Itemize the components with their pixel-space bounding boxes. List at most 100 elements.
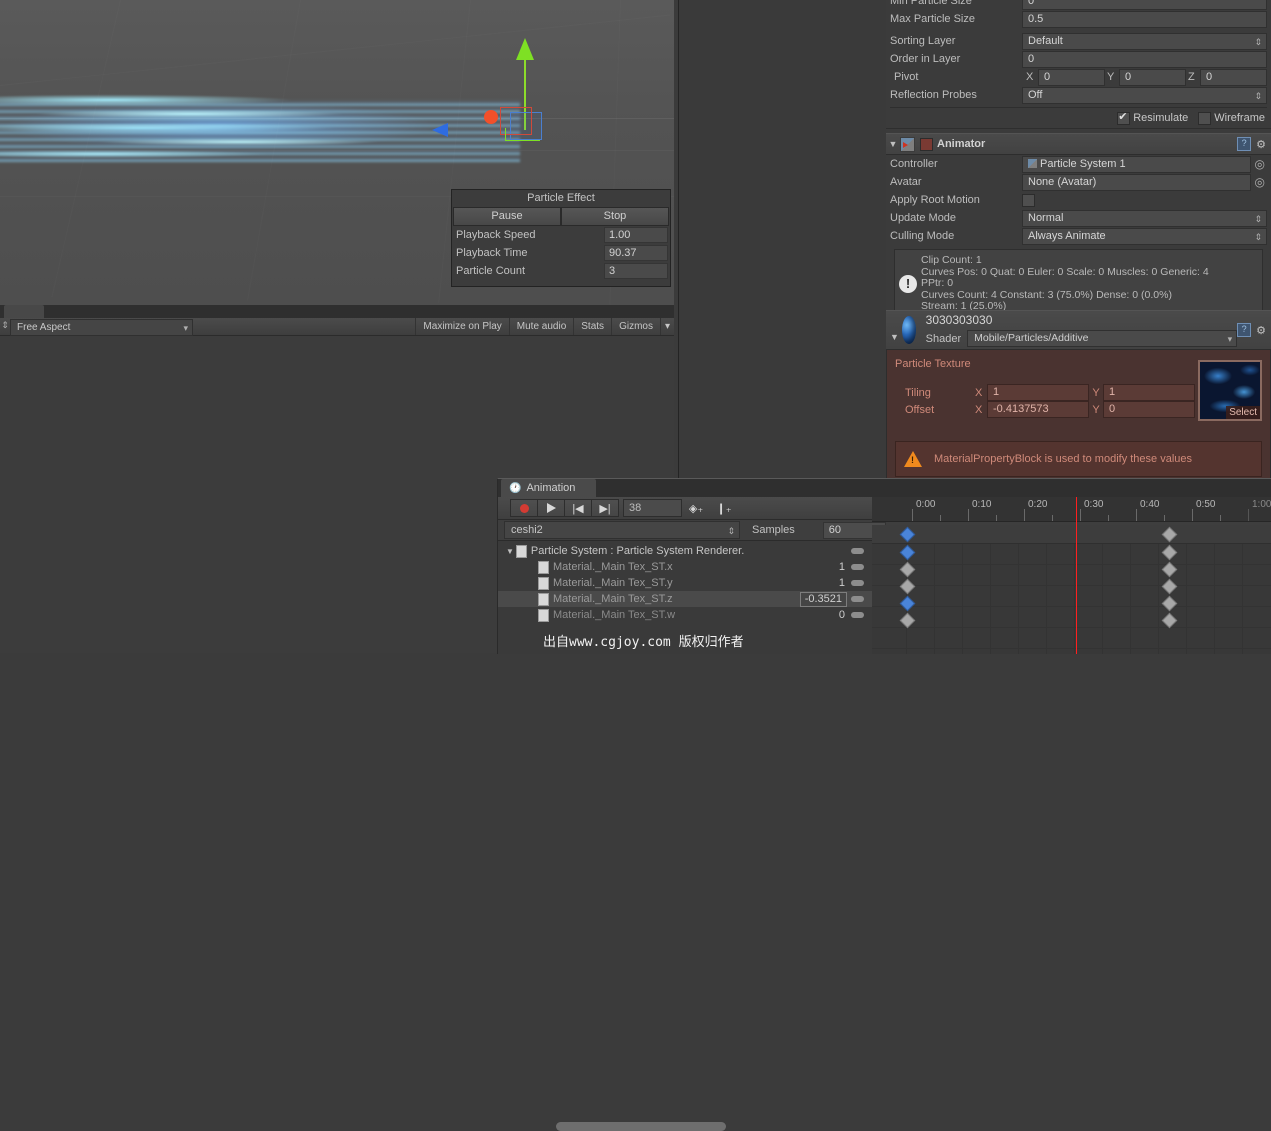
- help-icon[interactable]: ?: [1237, 323, 1252, 337]
- property-key-toggle[interactable]: [851, 596, 864, 602]
- property-key-toggle[interactable]: [851, 580, 864, 586]
- update-mode-row: Update Mode Normal ⇕: [886, 209, 1271, 227]
- tab-animation[interactable]: 🕐 Animation: [501, 479, 596, 497]
- record-button[interactable]: [510, 499, 538, 517]
- particle-count-label: Particle Count: [456, 265, 526, 277]
- animator-component-header[interactable]: ▼ Animator ? ⚙: [886, 133, 1271, 155]
- material-header[interactable]: ▼ 3030303030 Shader Mobile/Particles/Add…: [886, 310, 1271, 350]
- component-enabled-indicator[interactable]: [920, 137, 933, 151]
- clip-name: ceshi2: [511, 524, 543, 536]
- timeline-ruler[interactable]: 0:00 0:10 0:20 0:30 0:40 0:50 1:00: [872, 497, 1271, 522]
- help-icon[interactable]: ?: [1237, 137, 1252, 151]
- animator-icon: [900, 136, 915, 152]
- foldout-arrow-icon[interactable]: ▼: [886, 139, 900, 149]
- gizmos-dropdown-icon[interactable]: ▾: [659, 318, 674, 335]
- apply-root-motion-row: Apply Root Motion: [886, 191, 1271, 209]
- pivot-x-label: X: [1026, 71, 1034, 83]
- timeline-ruler-continued[interactable]: 1:00 1:10: [1246, 497, 1271, 522]
- order-in-layer-field[interactable]: 0: [1022, 50, 1267, 68]
- animation-property-row[interactable]: Material._Main Tex_ST.x 1: [498, 559, 872, 575]
- stop-button[interactable]: Stop: [561, 207, 669, 226]
- pause-button[interactable]: Pause: [453, 207, 561, 226]
- max-particle-size-field[interactable]: 0.5: [1022, 10, 1267, 28]
- info-icon: !: [899, 274, 917, 293]
- pivot-z-field[interactable]: 0: [1200, 68, 1267, 86]
- stats-button[interactable]: Stats: [573, 318, 611, 335]
- animation-property-value-editing[interactable]: -0.3521: [799, 591, 847, 607]
- playback-speed-row: Playback Speed 1.00: [452, 226, 670, 244]
- next-keyframe-button[interactable]: ▶|: [592, 499, 619, 517]
- mute-audio-button[interactable]: Mute audio: [508, 318, 573, 335]
- wireframe-checkbox[interactable]: [1198, 111, 1212, 125]
- resize-handle-icon[interactable]: ⇕: [0, 320, 10, 331]
- add-keyframe-button[interactable]: ◈₊: [682, 500, 710, 516]
- pivot-y-field[interactable]: 0: [1119, 68, 1186, 86]
- particle-count-value: 3: [604, 263, 668, 279]
- record-icon: [519, 503, 529, 513]
- animation-property-row-selected[interactable]: Material._Main Tex_ST.z -0.3521: [498, 591, 872, 607]
- clip-dropdown[interactable]: ceshi2 ⇕: [504, 521, 740, 539]
- avatar-picker-icon[interactable]: ◎: [1255, 175, 1265, 189]
- animation-property-row[interactable]: Material._Main Tex_ST.y 1: [498, 575, 872, 591]
- playhead-indicator[interactable]: [1076, 497, 1077, 654]
- resimulate-checkbox[interactable]: [1117, 110, 1131, 125]
- summary-track-row[interactable]: [872, 525, 1271, 544]
- min-particle-size-field[interactable]: 0: [1022, 0, 1267, 10]
- avatar-field[interactable]: None (Avatar): [1022, 173, 1251, 191]
- ruler-label: 0:50: [1196, 499, 1216, 510]
- property-key-toggle[interactable]: [851, 564, 864, 570]
- property-key-toggle[interactable]: [851, 612, 864, 618]
- add-event-button[interactable]: ❙₊: [710, 500, 738, 516]
- avatar-row: Avatar None (Avatar) ◎: [886, 173, 1271, 191]
- culling-mode-dropdown[interactable]: Always Animate ⇕: [1022, 227, 1267, 245]
- offset-y-field[interactable]: 0: [1103, 401, 1195, 418]
- material-preview-sphere: [902, 316, 916, 344]
- playback-speed-value[interactable]: 1.00: [604, 227, 668, 243]
- maximize-on-play-button[interactable]: Maximize on Play: [415, 318, 508, 335]
- animator-info-line: Clip Count: 1: [921, 254, 982, 266]
- current-frame-field[interactable]: 38: [623, 499, 682, 517]
- controller-field[interactable]: Particle System 1: [1022, 155, 1251, 173]
- aspect-ratio-dropdown[interactable]: Free Aspect ▾: [10, 319, 193, 336]
- script-icon: [538, 576, 549, 590]
- group-key-toggle[interactable]: [851, 548, 864, 554]
- prev-keyframe-button[interactable]: |◀: [565, 499, 592, 517]
- controller-picker-icon[interactable]: ◎: [1255, 157, 1265, 171]
- particle-texture-thumbnail[interactable]: Select: [1198, 360, 1262, 421]
- gizmo-center-handle[interactable]: [484, 110, 498, 124]
- min-particle-size-label: Min Particle Size: [890, 0, 972, 7]
- group-foldout-icon[interactable]: ▼: [506, 547, 514, 556]
- tiling-x-field[interactable]: 1: [987, 384, 1089, 401]
- chevron-down-icon: ▾: [1227, 334, 1233, 344]
- max-particle-size-row: Max Particle Size 0.5: [886, 10, 1271, 28]
- offset-x-field[interactable]: -0.4137573: [987, 401, 1089, 418]
- playback-time-value[interactable]: 90.37: [604, 245, 668, 261]
- animation-group-row[interactable]: ▼ Particle System : Particle System Rend…: [498, 543, 872, 559]
- animation-property-value[interactable]: 1: [839, 577, 851, 589]
- keyframe-track-area[interactable]: [872, 543, 1271, 654]
- material-foldout-icon[interactable]: ▼: [890, 332, 899, 342]
- sorting-layer-dropdown[interactable]: Default ⇕: [1022, 32, 1267, 50]
- samples-label: Samples: [752, 524, 795, 536]
- texture-select-button[interactable]: Select: [1226, 406, 1260, 419]
- gizmos-button[interactable]: Gizmos: [611, 318, 660, 335]
- gear-icon[interactable]: ⚙: [1256, 138, 1266, 151]
- tiling-y-field[interactable]: 1: [1103, 384, 1195, 401]
- animation-tabbar: 🕐 Animation: [498, 479, 1271, 497]
- apply-root-motion-checkbox[interactable]: [1022, 193, 1035, 207]
- ruler-label: 0:10: [972, 499, 992, 510]
- sorting-layer-row: Sorting Layer Default ⇕: [886, 32, 1271, 50]
- gear-icon[interactable]: ⚙: [1256, 324, 1266, 337]
- animation-property-value[interactable]: 1: [839, 561, 851, 573]
- gizmo-y-arrow-icon[interactable]: [516, 38, 534, 60]
- play-button[interactable]: [538, 499, 565, 517]
- horizontal-scrollbar[interactable]: [556, 1122, 726, 1131]
- gizmo-x-arrow-icon[interactable]: [432, 123, 448, 137]
- shader-dropdown[interactable]: Mobile/Particles/Additive ▾: [967, 330, 1238, 347]
- controller-row: Controller Particle System 1 ◎: [886, 155, 1271, 173]
- animation-property-row[interactable]: Material._Main Tex_ST.w 0: [498, 607, 872, 623]
- update-mode-dropdown[interactable]: Normal ⇕: [1022, 209, 1267, 227]
- animation-property-value[interactable]: 0: [839, 609, 851, 621]
- reflection-probes-dropdown[interactable]: Off ⇕: [1022, 86, 1267, 104]
- pivot-x-field[interactable]: 0: [1038, 68, 1105, 86]
